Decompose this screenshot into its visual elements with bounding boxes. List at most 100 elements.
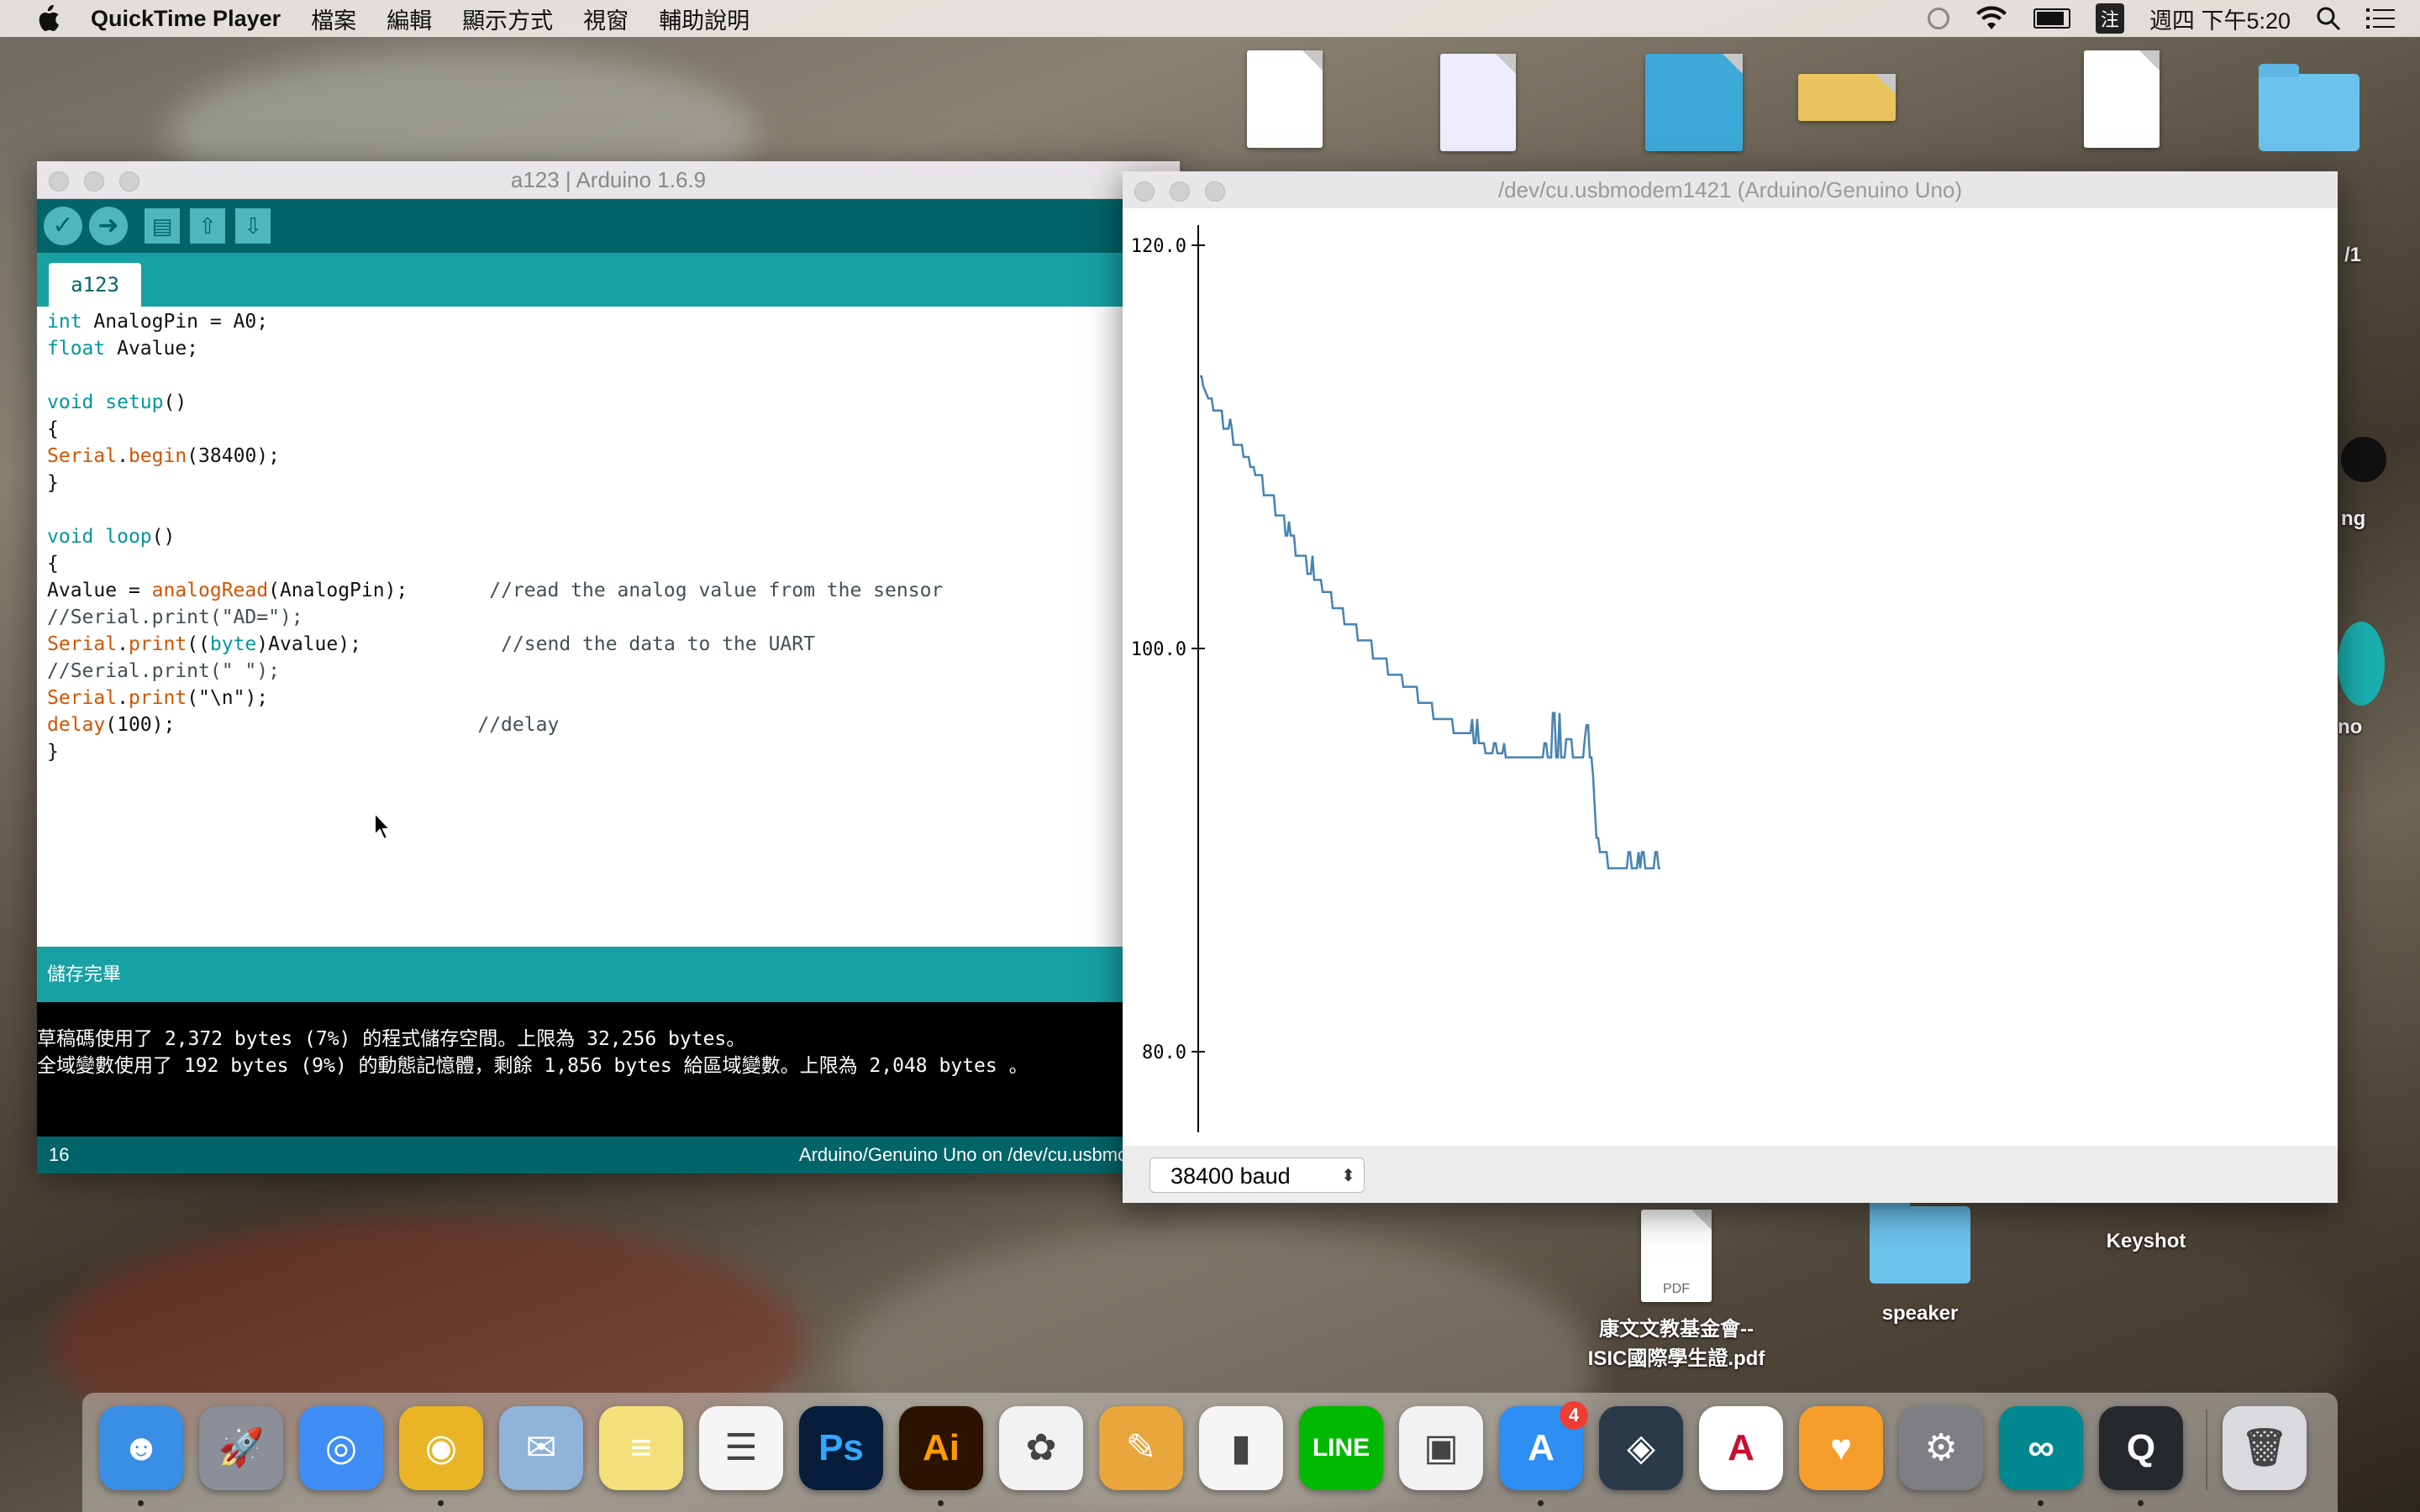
code-line[interactable]: { bbox=[47, 416, 1180, 443]
zoom-button[interactable] bbox=[119, 171, 139, 192]
code-line[interactable]: } bbox=[47, 738, 1180, 765]
series-line bbox=[1200, 375, 1660, 869]
desktop-photo-icon[interactable] bbox=[1798, 74, 1896, 121]
desktop-partial-label[interactable]: /1 bbox=[2344, 244, 2420, 267]
desktop-disk-image-icon[interactable] bbox=[1247, 50, 1323, 148]
ide-toolbar: ✓ ➜ ▤ ⇧ ⇩ bbox=[37, 199, 1180, 253]
keyshot-icon[interactable]: ◈ bbox=[1599, 1406, 1683, 1490]
code-line[interactable]: //Serial.print(" "); bbox=[47, 658, 1180, 685]
wifi-icon[interactable] bbox=[1975, 6, 2008, 31]
console-line: 草稿碼使用了 2,372 bytes (7%) 的程式儲存空間。上限為 32,2… bbox=[37, 1028, 746, 1050]
app-name-menu[interactable]: QuickTime Player bbox=[91, 6, 281, 32]
code-line[interactable]: Serial.begin(38400); bbox=[47, 443, 1180, 470]
notes-icon[interactable]: ≡ bbox=[599, 1406, 683, 1490]
trash-icon[interactable]: 🗑 bbox=[2223, 1406, 2307, 1490]
code-line[interactable]: } bbox=[47, 470, 1180, 496]
plotter-title-bar[interactable]: /dev/cu.usbmodem1421 (Arduino/Genuino Un… bbox=[1123, 171, 2338, 209]
menu-edit[interactable]: 編輯 bbox=[387, 3, 432, 35]
zoom-button[interactable] bbox=[1205, 181, 1225, 202]
code-editor[interactable]: int AnalogPin = A0; float Avalue; void se… bbox=[37, 307, 1180, 947]
code-line[interactable]: //Serial.print("AD="); bbox=[47, 604, 1180, 631]
line-icon[interactable]: LINE bbox=[1299, 1406, 1383, 1490]
tab-a123[interactable]: a123 bbox=[49, 263, 141, 307]
baud-rate-select[interactable]: 38400 baud ⬍ bbox=[1150, 1158, 1365, 1193]
baud-rate-value: 38400 baud bbox=[1171, 1163, 1291, 1189]
menu-view[interactable]: 顯示方式 bbox=[462, 3, 553, 35]
desktop-image-icon[interactable] bbox=[1645, 54, 1743, 151]
battery-icon[interactable] bbox=[2033, 8, 2070, 29]
close-button[interactable] bbox=[49, 171, 69, 192]
app-store-icon[interactable]: A4 bbox=[1499, 1401, 1588, 1490]
mouse-pointer-icon bbox=[374, 811, 392, 841]
code-line[interactable]: void setup() bbox=[47, 389, 1180, 416]
y-tick-label: 100.0 bbox=[1131, 639, 1186, 660]
keynote-icon[interactable]: ▣ bbox=[1399, 1406, 1483, 1490]
code-line[interactable]: Avalue = analogRead(AnalogPin); //read t… bbox=[47, 577, 1180, 604]
pages-icon[interactable]: ✎ bbox=[1099, 1406, 1183, 1490]
desktop-partial-label[interactable]: no bbox=[2338, 622, 2413, 739]
ide-status-bar: 儲存完畢 bbox=[37, 947, 1180, 1002]
y-tick-label: 120.0 bbox=[1131, 236, 1186, 257]
pdf-file-label-2: ISIC國際學生證.pdf bbox=[1587, 1347, 1765, 1370]
line-chart: 120.0 100.0 80.0 bbox=[1131, 225, 1660, 1132]
menu-help[interactable]: 輔助說明 bbox=[659, 3, 750, 35]
desktop-contact-icon[interactable] bbox=[1440, 54, 1516, 151]
desktop-speaker-folder[interactable]: speaker bbox=[1865, 1196, 1975, 1326]
reminders-icon[interactable]: ☰ bbox=[699, 1406, 783, 1490]
spotlight-search-icon[interactable] bbox=[2316, 6, 2341, 31]
menu-window[interactable]: 視窗 bbox=[583, 3, 629, 35]
vpn-icon[interactable]: ♥ bbox=[1799, 1406, 1883, 1490]
open-sketch-icon[interactable]: ⇧ bbox=[190, 208, 225, 244]
minimize-button[interactable] bbox=[1170, 181, 1190, 202]
close-button[interactable] bbox=[1134, 181, 1155, 202]
running-indicator bbox=[138, 1500, 144, 1506]
ide-title-bar[interactable]: a123 | Arduino 1.6.9 bbox=[37, 161, 1180, 199]
verify-icon[interactable]: ✓ bbox=[44, 207, 82, 245]
code-line[interactable]: { bbox=[47, 550, 1180, 577]
y-tick-label: 80.0 bbox=[1142, 1042, 1186, 1063]
menu-file[interactable]: 檔案 bbox=[311, 3, 356, 35]
code-line[interactable]: delay(100); //delay bbox=[47, 711, 1180, 738]
illustrator-icon[interactable]: Ai bbox=[899, 1406, 983, 1490]
finder-icon[interactable]: ☻ bbox=[99, 1406, 183, 1490]
clock[interactable]: 週四 下午5:20 bbox=[2149, 3, 2291, 35]
plotter-bottom-bar: 38400 baud ⬍ bbox=[1123, 1146, 2338, 1203]
ide-footer: 16 Arduino/Genuino Uno on /dev/cu.usbmod… bbox=[37, 1137, 1205, 1173]
code-line[interactable]: Serial.print("\n"); bbox=[47, 685, 1180, 711]
serial-plotter-window: /dev/cu.usbmodem1421 (Arduino/Genuino Un… bbox=[1123, 171, 2338, 1203]
desktop-disk-image-icon-2[interactable] bbox=[2084, 50, 2160, 148]
photos-icon[interactable]: ✿ bbox=[999, 1406, 1083, 1490]
desktop-pdf-file[interactable]: PDF 康文文教基金會-- ISIC國際學生證.pdf bbox=[1580, 1210, 1773, 1371]
desktop-folder-icon[interactable] bbox=[2259, 64, 2360, 151]
code-line[interactable]: int AnalogPin = A0; bbox=[47, 308, 1180, 335]
dock-separator bbox=[2206, 1410, 2207, 1490]
chrome-icon[interactable]: ◉ bbox=[399, 1406, 483, 1490]
desktop-partial-label[interactable]: ng bbox=[2341, 437, 2417, 531]
arduino-icon[interactable]: ∞ bbox=[1999, 1406, 2083, 1490]
quicktime-icon[interactable]: Q bbox=[2099, 1406, 2183, 1490]
autocad-icon[interactable]: A bbox=[1699, 1406, 1783, 1490]
desktop-keyshot-item[interactable]: Keyshot bbox=[2087, 1230, 2205, 1253]
minimize-button[interactable] bbox=[84, 171, 104, 192]
safari-icon[interactable]: ◎ bbox=[299, 1406, 383, 1490]
code-line[interactable]: void loop() bbox=[47, 523, 1180, 550]
ide-tab-bar: a123 bbox=[37, 253, 1180, 307]
code-line[interactable]: Serial.print((byte)Avalue); //send the d… bbox=[47, 631, 1180, 658]
system-preferences-icon[interactable]: ⚙ bbox=[1899, 1406, 1983, 1490]
apple-logo-icon[interactable] bbox=[35, 4, 60, 33]
launchpad-icon[interactable]: 🚀 bbox=[199, 1406, 283, 1490]
notification-center-icon[interactable] bbox=[2366, 7, 2395, 30]
code-line[interactable] bbox=[47, 362, 1180, 389]
pdf-badge: PDF bbox=[1663, 1282, 1690, 1296]
upload-arrow-icon[interactable]: ➜ bbox=[89, 207, 128, 245]
screen-record-icon[interactable] bbox=[1927, 8, 1949, 29]
mail-icon[interactable]: ✉ bbox=[499, 1406, 583, 1490]
new-sketch-icon[interactable]: ▤ bbox=[145, 208, 180, 244]
numbers-icon[interactable]: ▮ bbox=[1199, 1406, 1283, 1490]
save-sketch-icon[interactable]: ⇩ bbox=[235, 208, 271, 244]
photoshop-icon[interactable]: Ps bbox=[799, 1406, 883, 1490]
ide-window-title: a123 | Arduino 1.6.9 bbox=[510, 167, 707, 192]
code-line[interactable]: float Avalue; bbox=[47, 335, 1180, 362]
code-line[interactable] bbox=[47, 496, 1180, 523]
input-method-badge[interactable]: 注 bbox=[2095, 3, 2124, 34]
